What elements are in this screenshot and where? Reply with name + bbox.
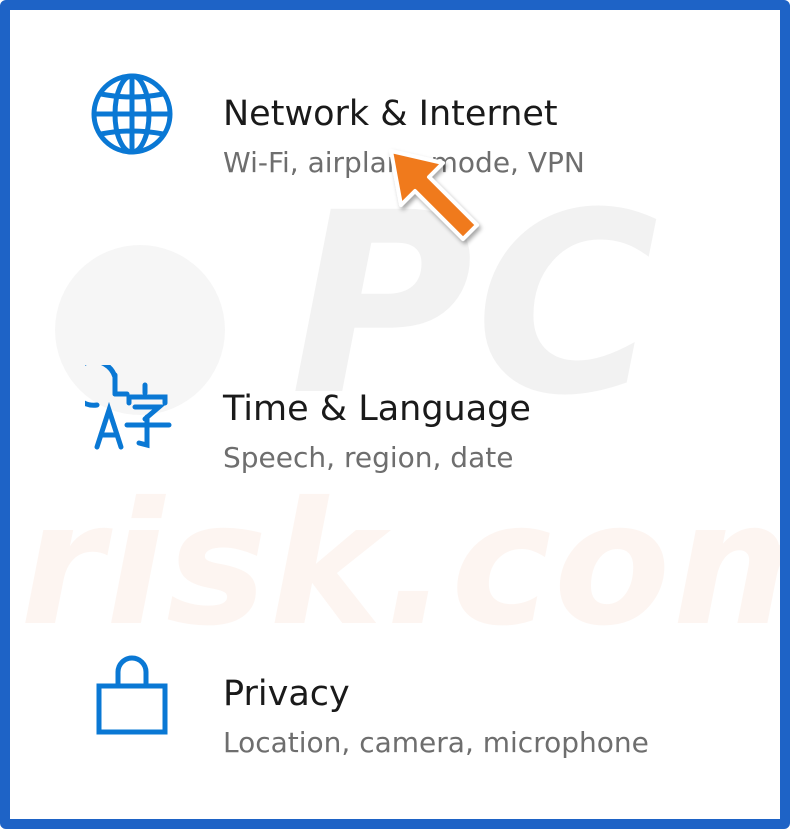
settings-item-subtitle: Location, camera, microphone (223, 726, 649, 759)
time-language-icon (69, 358, 180, 460)
settings-item-text: Time & Language Speech, region, date (223, 387, 531, 477)
globe-icon (85, 70, 180, 165)
settings-item-text: Network & Internet Wi-Fi, airplane mode,… (223, 92, 585, 182)
settings-item-title: Time & Language (223, 389, 531, 429)
settings-item-text: Privacy Location, camera, microphone (223, 672, 649, 762)
settings-item-privacy[interactable]: Privacy Location, camera, microphone (10, 650, 780, 800)
settings-item-time-language[interactable]: Time & Language Speech, region, date (10, 358, 780, 515)
settings-panel: PC risk.com Network & Internet Wi-Fi, ai… (0, 0, 790, 829)
lock-icon (85, 650, 180, 745)
settings-item-subtitle: Wi-Fi, airplane mode, VPN (223, 146, 585, 179)
settings-item-subtitle: Speech, region, date (223, 441, 514, 474)
settings-item-title: Privacy (223, 674, 350, 714)
settings-item-network-internet[interactable]: Network & Internet Wi-Fi, airplane mode,… (10, 70, 780, 220)
settings-item-title: Network & Internet (223, 94, 558, 134)
